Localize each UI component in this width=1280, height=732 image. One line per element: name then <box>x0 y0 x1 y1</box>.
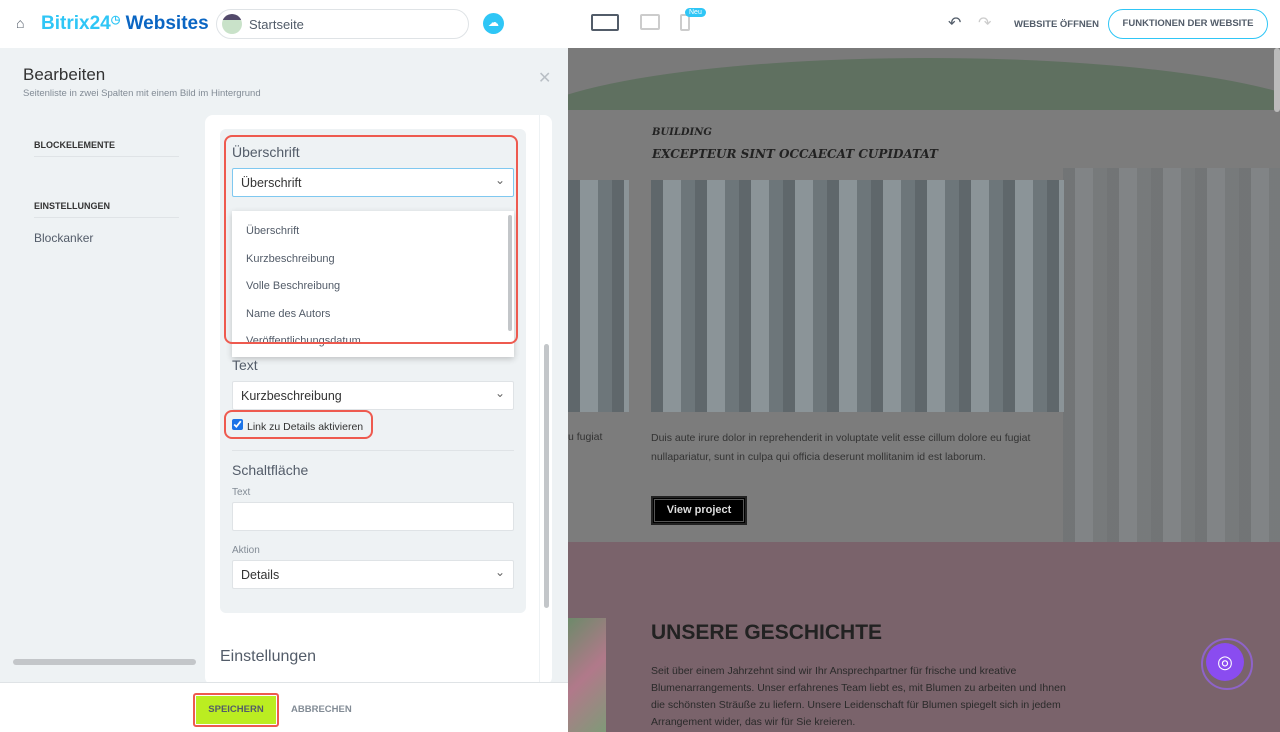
undo-icon[interactable]: ↶ <box>948 13 961 33</box>
panel-subtitle: Seitenliste in zwei Spalten mit einem Bi… <box>23 88 261 99</box>
desktop-view-icon[interactable] <box>591 14 619 31</box>
cloud-icon[interactable]: ☁ <box>483 13 504 34</box>
left-text: u fugiat <box>568 431 603 443</box>
horizontal-scrollbar[interactable] <box>13 659 196 665</box>
view-project-button[interactable]: View project <box>651 496 747 525</box>
tablet-view-icon[interactable] <box>640 14 660 30</box>
headline: EXCEPTEUR SINT OCCAECAT CUPIDATAT <box>652 147 938 161</box>
vertical-scrollbar[interactable] <box>544 344 549 608</box>
background-image <box>1063 168 1280 542</box>
form-area: Überschrift Überschrift ⌄ Überschrift Kur… <box>205 115 552 685</box>
page-thumbnail <box>222 14 242 34</box>
divider <box>232 450 514 451</box>
site-preview: BUILDING EXCEPTEUR SINT OCCAECAT CUPIDAT… <box>568 48 1280 732</box>
project-image <box>651 180 1064 412</box>
page-selector[interactable]: Startseite <box>216 9 469 39</box>
left-nav: BLOCKELEMENTE EINSTELLUNGEN Blockanker <box>11 115 201 667</box>
highlight-frame <box>224 135 518 344</box>
button-text-input[interactable] <box>232 502 514 531</box>
nav-block-elements[interactable]: BLOCKELEMENTE <box>34 140 179 157</box>
button-section-label: Schaltfläche <box>232 462 309 478</box>
kicker: BUILDING <box>652 127 712 138</box>
preview-scrollbar[interactable] <box>1274 48 1280 112</box>
project-body: Duis aute irure dolor in reprehenderit i… <box>651 432 1031 463</box>
text-select[interactable]: Kurzbeschreibung ⌄ <box>232 381 514 410</box>
text-label: Text <box>232 357 258 373</box>
copilot-icon: ◎ <box>1206 643 1244 681</box>
nav-block-anchor[interactable]: Blockanker <box>34 231 93 245</box>
panel-title: Bearbeiten <box>23 65 106 84</box>
logo: Bitrix24◷ Websites <box>41 13 209 34</box>
form-card: Überschrift Überschrift ⌄ Überschrift Kur… <box>220 129 526 613</box>
chevron-down-icon: ⌄ <box>494 386 505 400</box>
redo-icon[interactable]: ↷ <box>978 13 991 33</box>
highlight-frame <box>224 410 373 439</box>
settings-section-label: Einstellungen <box>220 648 317 665</box>
top-bar: ⌂ Bitrix24◷ Websites Startseite ☁ Neu ↶ … <box>0 0 1280 48</box>
close-icon[interactable]: ✕ <box>538 68 551 88</box>
button-text-label: Text <box>232 487 251 498</box>
page-name: Startseite <box>249 17 304 32</box>
action-select-value: Details <box>241 568 280 582</box>
flower-image <box>568 618 606 732</box>
cancel-button[interactable]: ABBRECHEN <box>291 704 352 715</box>
new-badge: Neu <box>685 8 706 17</box>
assistant-button[interactable]: ◎ <box>1201 638 1253 690</box>
text-select-value: Kurzbeschreibung <box>241 389 342 403</box>
site-features-button[interactable]: FUNKTIONEN DER WEBSITE <box>1108 9 1268 39</box>
panel-footer: SPEICHERN ABBRECHEN <box>0 682 568 732</box>
project-image-left <box>568 180 629 412</box>
nav-settings[interactable]: EINSTELLUNGEN <box>34 201 179 218</box>
scroll-track <box>539 115 540 685</box>
edit-panel: Bearbeiten Seitenliste in zwei Spalten m… <box>0 48 568 732</box>
story-title: UNSERE GESCHICHTE <box>651 621 883 644</box>
story-text: Seit über einem Jahrzehnt sind wir Ihr A… <box>651 665 1066 728</box>
home-icon[interactable]: ⌂ <box>16 15 24 31</box>
open-website-link[interactable]: WEBSITE ÖFFNEN <box>1014 19 1099 30</box>
chevron-down-icon: ⌄ <box>494 565 505 579</box>
highlight-frame <box>193 693 279 727</box>
action-select[interactable]: Details ⌄ <box>232 560 514 589</box>
action-label: Aktion <box>232 545 260 556</box>
